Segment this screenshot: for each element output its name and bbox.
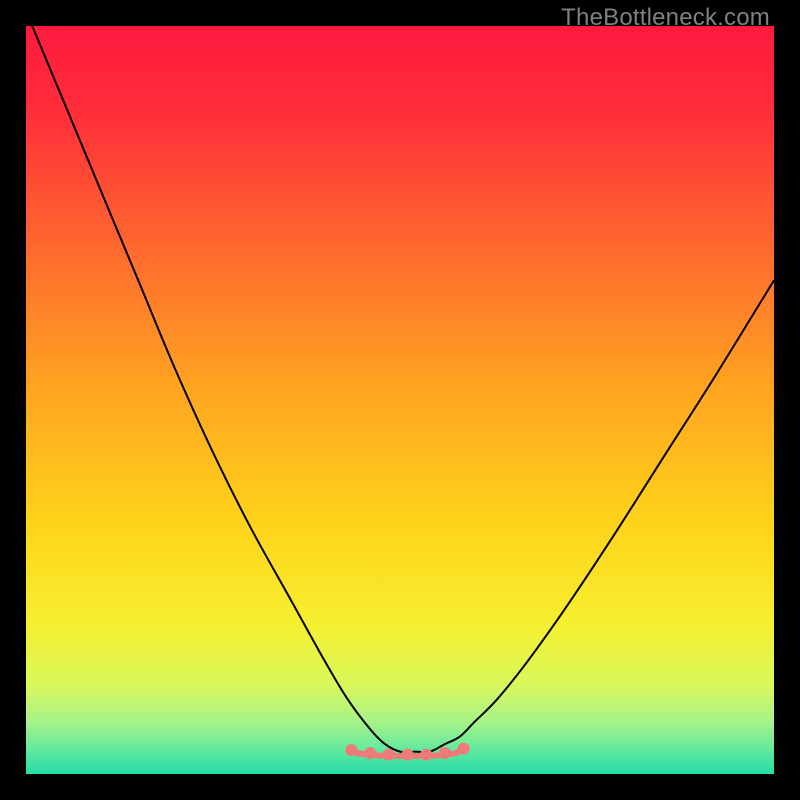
optimal-point: [420, 749, 432, 761]
optimal-point: [458, 743, 470, 755]
watermark-text: TheBottleneck.com: [561, 4, 770, 32]
optimal-point: [402, 749, 414, 761]
optimal-point: [439, 747, 451, 759]
optimal-point: [364, 747, 376, 759]
optimal-point: [383, 749, 395, 761]
chart-frame: [26, 26, 774, 774]
bottleneck-chart: [26, 26, 774, 774]
optimal-point: [345, 744, 357, 756]
gradient-background: [26, 26, 774, 774]
